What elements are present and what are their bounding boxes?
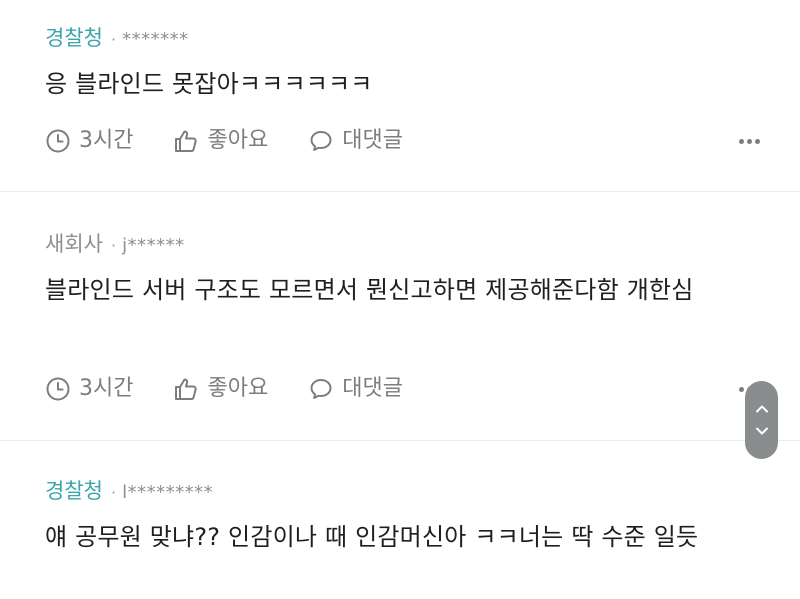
meta-separator: ·	[110, 483, 117, 502]
like-button[interactable]: 좋아요	[173, 126, 268, 156]
user-id: j******	[122, 235, 185, 256]
more-options-button[interactable]	[739, 126, 760, 156]
clock-icon	[46, 129, 70, 153]
comment-text: 얘 공무원 맞냐?? 인감이나 때 인감머신아 ㅋㅋ너는 딱 수준 일듯	[45, 523, 699, 551]
comment-time: 3시간	[45, 374, 133, 404]
time-label: 3시간	[79, 128, 134, 153]
comment-item: 새회사 · j****** 블라인드 서버 구조도 모르면서 뭔신고하면 제공해…	[0, 230, 800, 311]
speech-bubble-icon	[310, 379, 332, 399]
comment-divider	[0, 440, 800, 441]
more-dots-icon	[739, 138, 744, 144]
more-dots-icon	[747, 138, 752, 144]
comment-divider	[0, 191, 800, 192]
meta-separator: ·	[110, 236, 117, 255]
comment-meta: 경찰청 · *******	[45, 24, 760, 52]
speech-bubble-icon	[310, 131, 332, 151]
reply-label: 대댓글	[342, 128, 403, 153]
comment-item: 경찰청 · l********* 얘 공무원 맞냐?? 인감이나 때 인감머신아…	[0, 477, 800, 558]
time-label: 3시간	[79, 376, 134, 401]
meta-separator: ·	[110, 30, 117, 49]
user-id: l*********	[122, 482, 214, 503]
more-dots-icon	[755, 138, 760, 144]
reply-label: 대댓글	[342, 376, 403, 401]
clock-icon	[46, 377, 70, 401]
like-label: 좋아요	[207, 128, 269, 153]
comment-item: 경찰청 · ******* 응 블라인드 못잡아ㅋㅋㅋㅋㅋㅋ	[0, 24, 800, 105]
reply-button[interactable]: 대댓글	[308, 374, 403, 404]
chevron-up-icon	[755, 405, 768, 413]
comment-meta: 경찰청 · l*********	[45, 477, 760, 505]
like-button[interactable]: 좋아요	[173, 374, 268, 404]
company-name[interactable]: 새회사	[45, 230, 103, 258]
reply-button[interactable]: 대댓글	[308, 126, 403, 156]
chevron-down-icon	[755, 427, 768, 435]
comment-actions: 3시간 좋아요 대댓글	[45, 374, 760, 404]
company-name[interactable]: 경찰청	[45, 477, 103, 505]
thumbs-up-icon	[175, 378, 198, 400]
scroll-down-button[interactable]	[754, 423, 770, 439]
like-label: 좋아요	[207, 376, 269, 401]
comment-time: 3시간	[45, 126, 133, 156]
comment-text: 블라인드 서버 구조도 모르면서 뭔신고하면 제공해준다함 개한심	[45, 276, 694, 304]
comment-meta: 새회사 · j******	[45, 230, 760, 258]
thumbs-up-icon	[175, 130, 198, 152]
scroll-up-button[interactable]	[754, 401, 770, 417]
company-name[interactable]: 경찰청	[45, 24, 103, 52]
user-id: *******	[122, 29, 189, 50]
more-dots-icon	[739, 386, 744, 392]
comment-actions: 3시간 좋아요 대댓글	[45, 126, 760, 156]
comment-text: 응 블라인드 못잡아ㅋㅋㅋㅋㅋㅋ	[45, 70, 373, 98]
scroll-navigation-widget[interactable]	[745, 381, 778, 459]
